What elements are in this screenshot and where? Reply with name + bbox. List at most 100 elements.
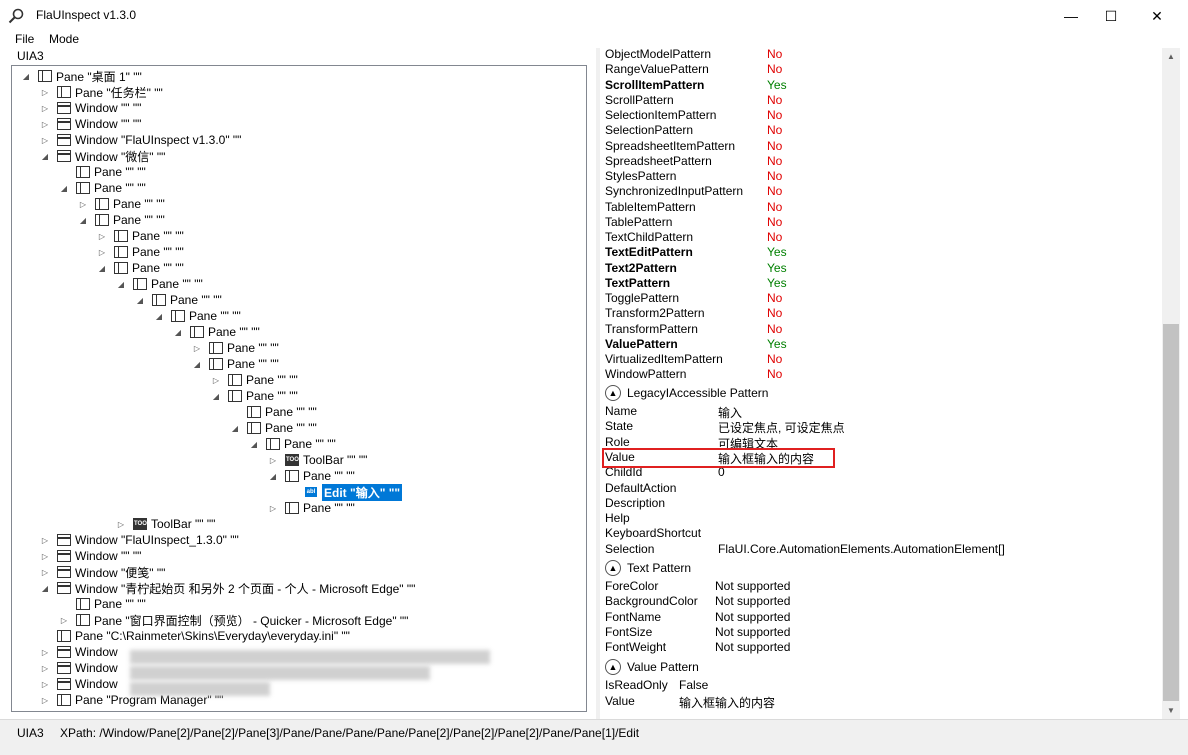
collapse-icon[interactable]: ◢ — [39, 152, 51, 161]
expand-icon[interactable]: ▷ — [115, 520, 127, 529]
scroll-up-icon[interactable]: ▲ — [1162, 48, 1180, 65]
expand-icon[interactable]: ▷ — [96, 248, 108, 257]
expand-icon[interactable]: ▷ — [58, 616, 70, 625]
collapse-icon[interactable]: ◢ — [267, 472, 279, 481]
tree-node[interactable]: ◢ Pane "" "" — [96, 260, 184, 276]
close-button[interactable]: ✕ — [1134, 0, 1180, 32]
collapse-icon[interactable]: ◢ — [248, 440, 260, 449]
expand-icon[interactable]: ▷ — [39, 664, 51, 673]
details-scrollbar[interactable]: ▲ ▼ — [1162, 48, 1180, 719]
tree-node[interactable]: ▷ Pane "任务栏" "" — [39, 84, 163, 100]
tree-node[interactable]: ▷ TOOL ToolBar "" "" — [267, 452, 367, 468]
expand-icon[interactable]: ▷ — [39, 552, 51, 561]
collapse-icon[interactable]: ◢ — [39, 584, 51, 593]
tree-node[interactable]: ▷ Pane "" "" — [96, 228, 184, 244]
pane-node-icon — [228, 374, 242, 386]
tree-node[interactable]: ◢ Pane "" "" — [58, 180, 146, 196]
tree-node[interactable]: abl Edit "输入" "" — [286, 483, 404, 501]
tree-node[interactable]: ▷ Pane "" "" — [77, 196, 165, 212]
scroll-down-icon[interactable]: ▼ — [1162, 702, 1180, 719]
collapse-icon[interactable]: ◢ — [172, 328, 184, 337]
property-value: 输入框输入的内容 — [679, 696, 776, 710]
title-bar[interactable]: FlaUInspect v1.3.0 — ☐ ✕ — [0, 0, 1188, 32]
tree-node[interactable]: Pane "" "" — [58, 596, 146, 612]
expand-icon[interactable]: ▷ — [39, 536, 51, 545]
menu-mode[interactable]: Mode — [49, 32, 79, 46]
tree-node[interactable]: Pane "C:\Rainmeter\Skins\Everyday\everyd… — [39, 628, 350, 644]
tree-node[interactable]: ▷ Window "FlaUInspect v1.3.0" "" — [39, 132, 242, 148]
tree-node[interactable]: ◢ Pane "桌面 1" "" — [20, 68, 142, 84]
tree-node[interactable]: ▷ Window "" "" — [39, 100, 141, 116]
expand-icon[interactable]: ▷ — [210, 376, 222, 385]
tree-node[interactable]: ◢ Pane "" "" — [191, 356, 279, 372]
tree-node[interactable]: ◢ Pane "" "" — [172, 324, 260, 340]
expand-icon[interactable]: ▷ — [39, 568, 51, 577]
collapse-icon[interactable]: ◢ — [134, 296, 146, 305]
element-tree[interactable]: ◢ Pane "桌面 1" "" ▷ Pane "任务栏" "" ▷ Window "" … — [11, 65, 587, 712]
tree-node[interactable]: ▷ Pane "" "" — [191, 340, 279, 356]
scroll-thumb[interactable] — [1163, 324, 1179, 701]
tree-node[interactable]: ▷ Pane "窗口界面控制（预览） - Quicker - Microsoft … — [58, 612, 409, 628]
collapse-icon[interactable]: ◢ — [191, 360, 203, 369]
collapse-icon[interactable]: ◢ — [77, 216, 89, 225]
expand-icon[interactable]: ▷ — [267, 504, 279, 513]
expand-icon[interactable]: ▷ — [39, 88, 51, 97]
tree-node[interactable]: ◢ Pane "" "" — [210, 388, 298, 404]
section-header-legacy[interactable]: ▲ LegacyIAccessible Pattern — [605, 384, 768, 402]
collapse-icon[interactable]: ▲ — [605, 659, 621, 675]
expand-icon[interactable]: ▷ — [77, 200, 89, 209]
property-name: Role — [605, 434, 630, 449]
pattern-name: ValuePattern — [605, 336, 678, 351]
tree-node[interactable]: ◢ Window "微信" "" — [39, 148, 165, 164]
collapse-icon[interactable]: ◢ — [20, 72, 32, 81]
expand-icon[interactable]: ▷ — [191, 344, 203, 353]
tree-node[interactable]: ▷ Window — [39, 644, 118, 660]
tree-node[interactable]: ▷ TOOL ToolBar "" "" — [115, 516, 215, 532]
tree-node[interactable]: Pane "" "" — [58, 164, 146, 180]
tree-node[interactable]: ▷ Window "便笺" "" — [39, 564, 165, 580]
tree-node[interactable]: ▷ Pane "" "" — [210, 372, 298, 388]
collapse-icon[interactable]: ◢ — [96, 264, 108, 273]
tree-node[interactable]: ▷ Pane "" "" — [96, 244, 184, 260]
expand-icon[interactable]: ▷ — [39, 696, 51, 705]
status-bar: UIA3 XPath: /Window/Pane[2]/Pane[2]/Pane… — [0, 719, 1188, 745]
collapse-icon[interactable]: ▲ — [605, 560, 621, 576]
expand-icon[interactable]: ▷ — [39, 120, 51, 129]
expand-icon[interactable]: ▷ — [39, 648, 51, 657]
tree-node[interactable]: ◢ Pane "" "" — [115, 276, 203, 292]
menu-file[interactable]: File — [15, 32, 34, 46]
maximize-button[interactable]: ☐ — [1088, 0, 1134, 32]
expand-icon[interactable]: ▷ — [39, 680, 51, 689]
collapse-icon[interactable]: ◢ — [115, 280, 127, 289]
tree-node[interactable]: ◢ Window "青柠起始页 和另外 2 个页面 - 个人 - Microsof… — [39, 580, 416, 596]
collapse-icon[interactable]: ◢ — [210, 392, 222, 401]
tree-node[interactable]: ◢ Pane "" "" — [134, 292, 222, 308]
section-header-text_pattern[interactable]: ▲ Text Pattern — [605, 559, 691, 577]
tree-node[interactable]: ▷ Window "" "" — [39, 116, 141, 132]
magnifier-app-icon — [8, 8, 24, 24]
window-title: FlaUInspect v1.3.0 — [36, 8, 137, 22]
tree-node[interactable]: ◢ Pane "" "" — [77, 212, 165, 228]
section-header-value_pattern[interactable]: ▲ Value Pattern — [605, 658, 699, 676]
tree-node[interactable]: ◢ Pane "" "" — [248, 436, 336, 452]
tree-node[interactable]: ▷ Window "" "" — [39, 548, 141, 564]
tree-node[interactable]: ◢ Pane "" "" — [153, 308, 241, 324]
collapse-icon[interactable]: ◢ — [58, 184, 70, 193]
collapse-icon[interactable]: ◢ — [229, 424, 241, 433]
tree-node[interactable]: ▷ Window "FlaUInspect_1.3.0" "" — [39, 532, 239, 548]
collapse-icon[interactable]: ◢ — [153, 312, 165, 321]
tree-node[interactable]: Pane "" "" — [229, 404, 317, 420]
tree-node[interactable]: ◢ Pane "" "" — [267, 468, 355, 484]
tree-node[interactable]: ▷ Pane "" "" — [267, 500, 355, 516]
tree-node[interactable]: ▷ Window — [39, 660, 118, 676]
expand-icon[interactable]: ▷ — [39, 136, 51, 145]
expand-icon[interactable]: ▷ — [267, 456, 279, 465]
expand-icon[interactable]: ▷ — [96, 232, 108, 241]
tree-node[interactable]: ◢ Pane "" "" — [229, 420, 317, 436]
property-name: ForeColor — [605, 579, 659, 593]
tree-node-label: Window — [75, 645, 118, 659]
collapse-icon[interactable]: ▲ — [605, 385, 621, 401]
tree-node[interactable]: ▷ Window — [39, 676, 118, 692]
tree-node-label: Pane "" "" — [265, 421, 317, 435]
expand-icon[interactable]: ▷ — [39, 104, 51, 113]
